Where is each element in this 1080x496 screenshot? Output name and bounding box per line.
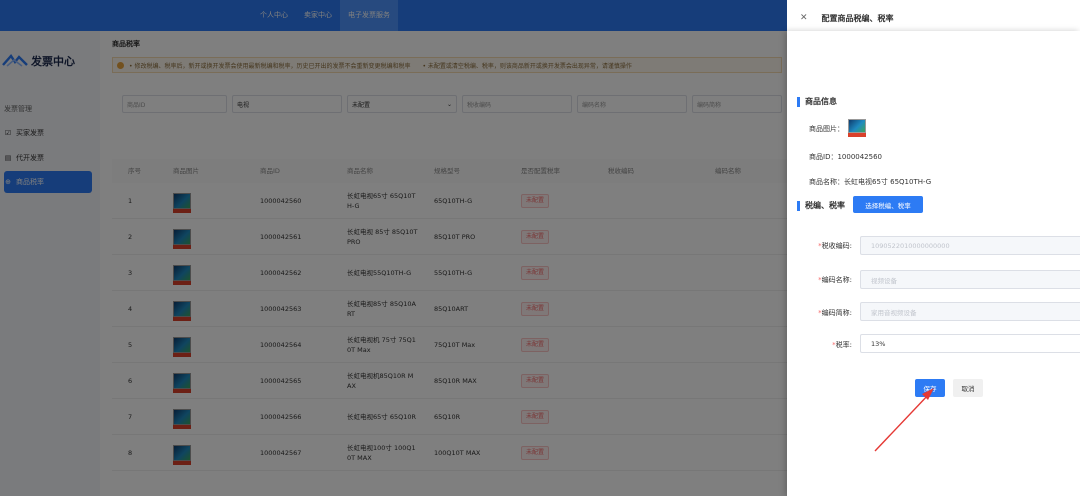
- code-abbr-field[interactable]: 家用音视频设备: [860, 302, 1080, 321]
- section-product-info: 商品信息: [797, 96, 837, 107]
- product-id-line: 商品ID：1000042560: [809, 153, 882, 161]
- drawer-title: 配置商品税编、税率: [821, 13, 894, 23]
- modal-overlay[interactable]: [0, 0, 787, 496]
- code-abbr-label: *编码简称:: [818, 309, 852, 317]
- tax-code-field[interactable]: 1090522010000000000: [860, 236, 1080, 255]
- code-name-field[interactable]: 视频设备: [860, 270, 1080, 289]
- cancel-button[interactable]: 取消: [953, 379, 983, 397]
- product-name-line: 商品名称：长虹电视65寸 65Q10TH-G: [809, 178, 932, 186]
- tax-rate-label: *税率:: [832, 341, 852, 349]
- product-image: [848, 119, 866, 137]
- choose-tax-button[interactable]: 选择税编、税率: [853, 196, 923, 213]
- red-arrow-annotation: [874, 388, 934, 452]
- tax-rate-field[interactable]: 13%: [860, 334, 1080, 353]
- close-icon[interactable]: ✕: [800, 13, 808, 23]
- drawer-header: ✕ 配置商品税编、税率: [800, 10, 894, 26]
- section-tax: 税编、税率: [797, 200, 845, 211]
- code-name-label: *编码名称:: [818, 276, 852, 284]
- tax-code-label: *税收编码:: [818, 242, 852, 250]
- product-image-label: 商品图片：: [809, 125, 844, 133]
